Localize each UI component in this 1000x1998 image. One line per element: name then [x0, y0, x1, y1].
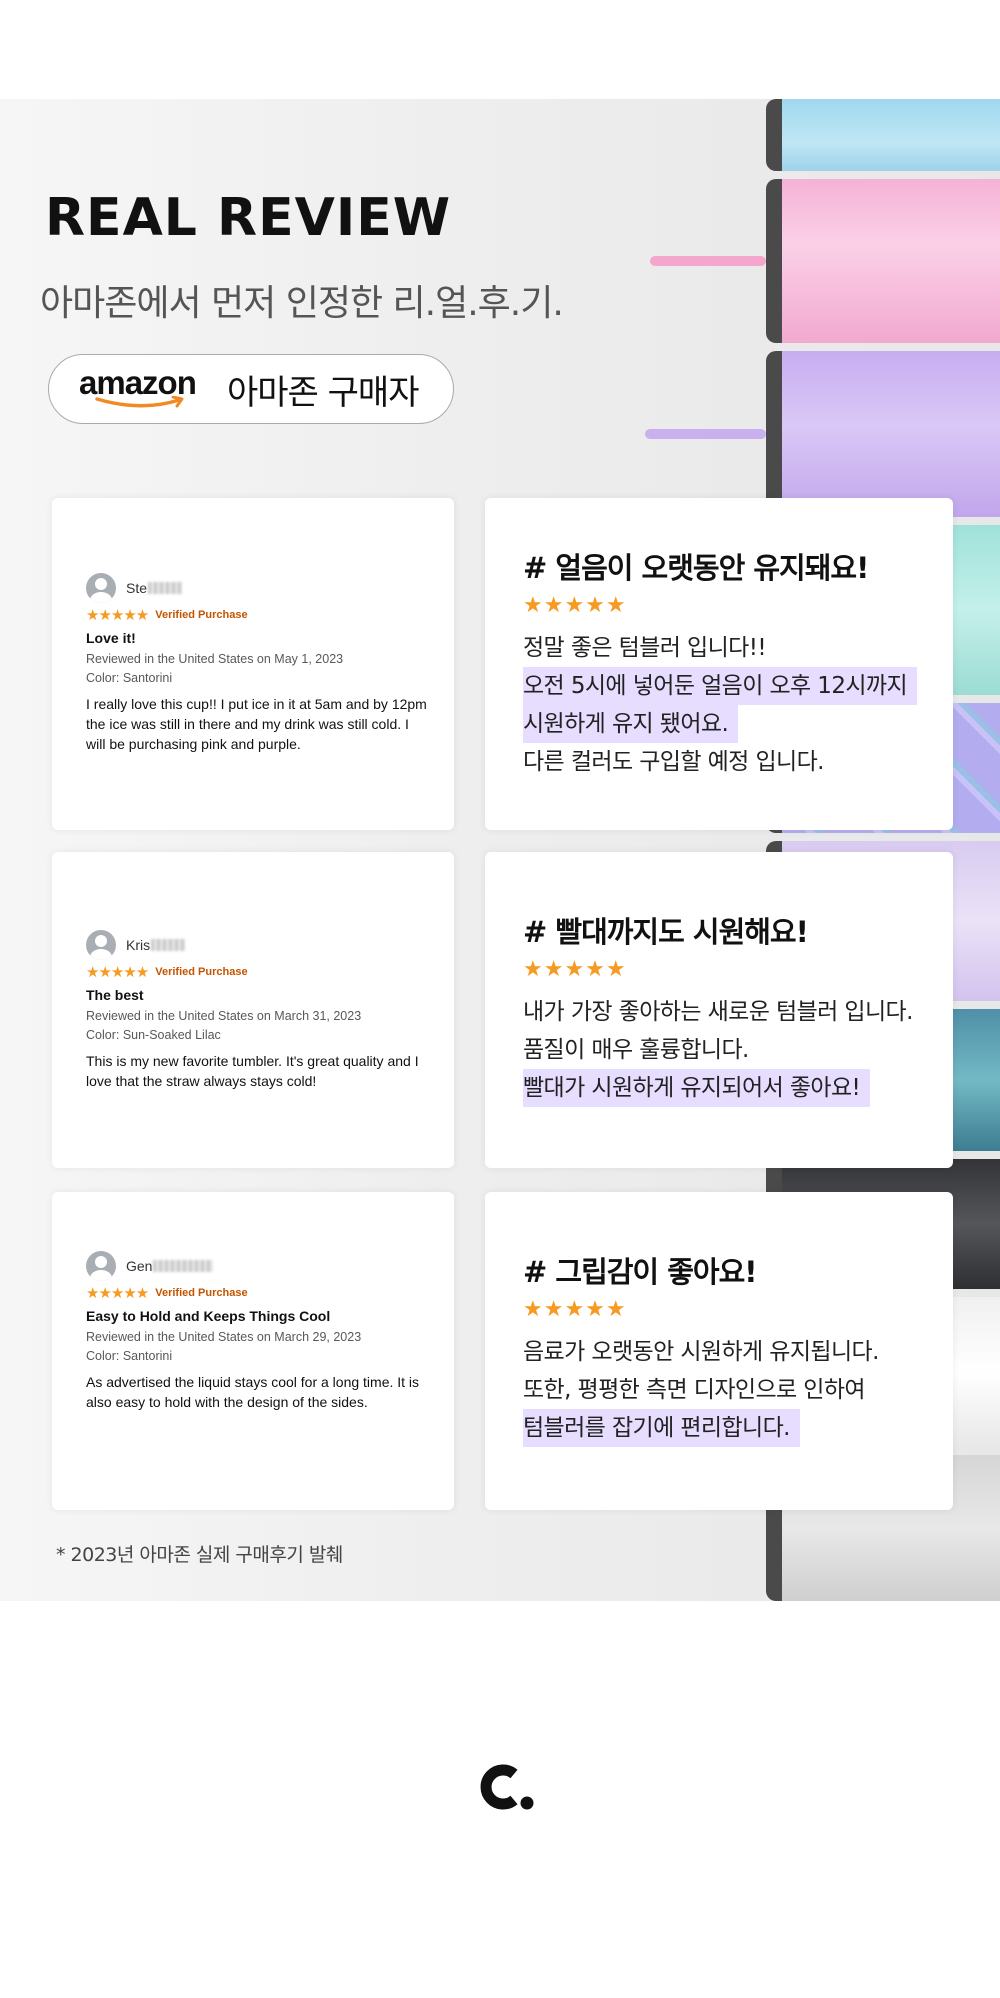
review-line: 또한, 평평한 측면 디자인으로 인하여	[523, 1377, 866, 1403]
amazon-review-card: Kris ★★★★★ Verified Purchase The best Re…	[52, 852, 454, 1168]
review-body: As advertised the liquid stays cool for …	[86, 1374, 420, 1410]
review-color: Color: Santorini	[86, 1349, 173, 1363]
review-line-highlight: 텀블러를 잡기에 편리합니다.	[523, 1409, 800, 1447]
amazon-buyer-badge: amazon 아마존 구매자	[48, 354, 454, 424]
amazon-logo: amazon	[79, 364, 207, 414]
korean-review-card: # 빨대까지도 시원해요! ★★★★★ 내가 가장 좋아하는 새로운 텀블러 입…	[485, 852, 953, 1168]
reviewer-name: Gen	[126, 1258, 153, 1274]
tumbler-blue	[766, 99, 1000, 171]
review-date: Reviewed in the United States on March 2…	[86, 1330, 362, 1344]
review-title: Love it!	[86, 630, 136, 646]
badge-label: 아마존 구매자	[227, 372, 419, 413]
amazon-review-card: Gen ★★★★★ Verified Purchase Easy to Hold…	[52, 1192, 454, 1510]
amazon-review-card: Ste ★★★★★ Verified Purchase Love it! Rev…	[52, 498, 454, 830]
reviewer-name: Kris	[126, 937, 151, 953]
korean-review-card: # 그립감이 좋아요! ★★★★★ 음료가 오랫동안 시원하게 유지됩니다. 또…	[485, 1192, 953, 1510]
star-rating: ★★★★★	[86, 606, 149, 624]
review-headline: # 빨대까지도 시원해요!	[523, 915, 809, 949]
page-subtitle: 아마존에서 먼저 인정한 리.얼.후.기.	[40, 283, 564, 324]
review-line: 다른 컬러도 구입할 예정 입니다.	[523, 749, 824, 775]
review-line-highlight: 빨대가 시원하게 유지되어서 좋아요!	[523, 1069, 871, 1107]
review-body: This is my new favorite tumbler. It's gr…	[86, 1053, 419, 1089]
tumbler-pink	[766, 179, 1000, 343]
avatar-icon	[86, 930, 116, 960]
review-line-highlight: 오전 5시에 넣어둔 얼음이 오후 12시까지	[523, 667, 918, 705]
review-line-highlight: 시원하게 유지 됐어요.	[523, 705, 739, 743]
footnote: * 2023년 아마존 실제 구매후기 발췌	[56, 1544, 343, 1566]
page-title: REAL REVIEW	[45, 188, 452, 248]
straw-lilac	[645, 429, 766, 439]
star-rating: ★★★★★	[86, 963, 149, 981]
verified-purchase-label: Verified Purchase	[155, 966, 248, 978]
avatar-icon	[86, 1251, 116, 1281]
review-body: I really love this cup!! I put ice in it…	[86, 696, 427, 752]
review-title: The best	[86, 987, 144, 1003]
review-headline: # 그립감이 좋아요!	[523, 1255, 757, 1289]
name-blur	[148, 582, 183, 594]
verified-purchase-label: Verified Purchase	[155, 1287, 248, 1299]
review-line: 내가 가장 좋아하는 새로운 텀블러 입니다.	[523, 999, 913, 1025]
brand-logo-icon	[480, 1764, 534, 1810]
review-date: Reviewed in the United States on May 1, …	[86, 652, 344, 666]
name-blur	[153, 1260, 214, 1272]
star-rating: ★★★★★	[86, 1284, 149, 1302]
review-headline: # 얼음이 오랫동안 유지돼요!	[523, 551, 869, 585]
star-rating: ★★★★★	[523, 1297, 627, 1322]
amazon-smile-icon	[95, 396, 184, 408]
review-date: Reviewed in the United States on March 3…	[86, 1009, 362, 1023]
review-line: 정말 좋은 텀블러 입니다!!	[523, 635, 767, 661]
review-color: Color: Santorini	[86, 671, 173, 685]
reviewer-name: Ste	[126, 580, 148, 596]
name-blur	[151, 939, 186, 951]
review-line: 품질이 매우 훌륭합니다.	[523, 1037, 749, 1063]
verified-purchase-label: Verified Purchase	[155, 609, 248, 621]
review-color: Color: Sun-Soaked Lilac	[86, 1028, 221, 1042]
tumbler-lilac	[766, 351, 1000, 517]
straw-pink	[650, 256, 766, 266]
review-line: 음료가 오랫동안 시원하게 유지됩니다.	[523, 1339, 879, 1365]
star-rating: ★★★★★	[523, 593, 627, 618]
star-rating: ★★★★★	[523, 957, 627, 982]
avatar-icon	[86, 573, 116, 603]
korean-review-card: # 얼음이 오랫동안 유지돼요! ★★★★★ 정말 좋은 텀블러 입니다!! 오…	[485, 498, 953, 830]
review-title: Easy to Hold and Keeps Things Cool	[86, 1308, 331, 1324]
